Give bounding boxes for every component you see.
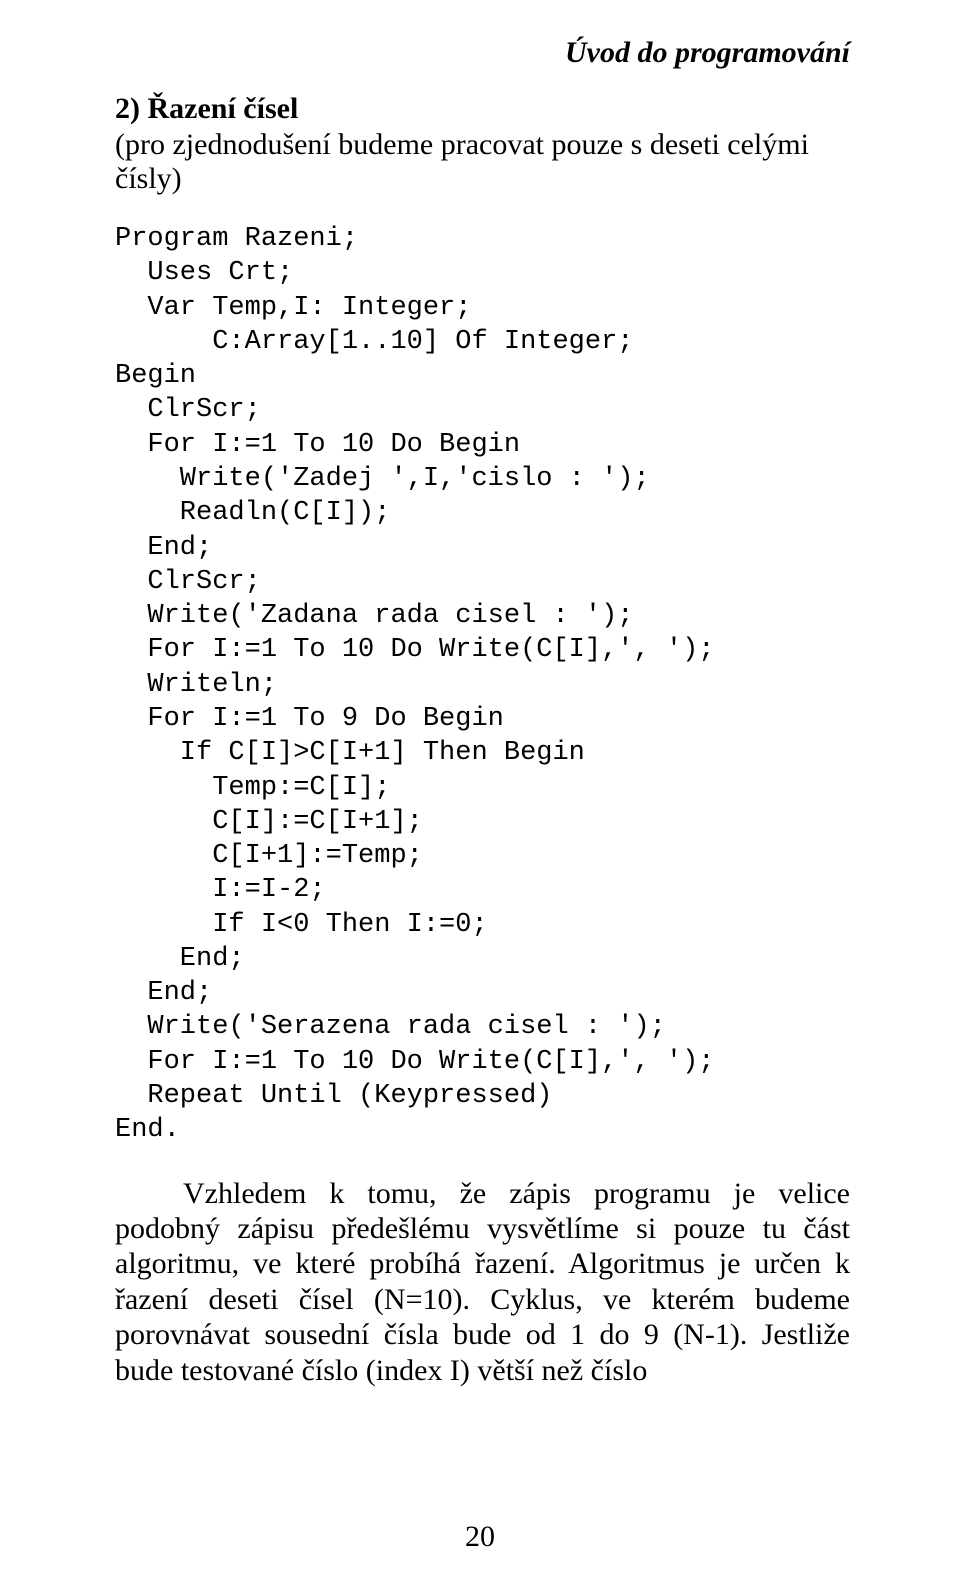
- code-block: Program Razeni; Uses Crt; Var Temp,I: In…: [115, 222, 850, 1148]
- body-paragraph: Vzhledem k tomu, že zápis programu je ve…: [115, 1176, 850, 1388]
- page: Úvod do programování 2) Řazení čísel (pr…: [0, 0, 960, 1590]
- section-subtitle: (pro zjednodušení budeme pracovat pouze …: [115, 128, 850, 196]
- paragraph-text: Vzhledem k tomu, že zápis programu je ve…: [115, 1177, 850, 1387]
- running-header: Úvod do programování: [115, 36, 850, 70]
- section-title: 2) Řazení čísel: [115, 92, 850, 126]
- page-number: 20: [0, 1520, 960, 1554]
